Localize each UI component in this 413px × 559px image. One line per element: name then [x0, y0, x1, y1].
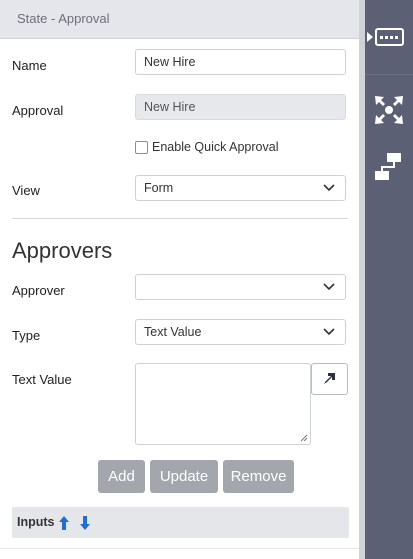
type-select-value: Text Value	[144, 325, 202, 339]
expand-editor-button[interactable]	[311, 363, 348, 395]
quick-approval-label[interactable]: Enable Quick Approval	[152, 140, 278, 154]
section-divider	[12, 218, 348, 219]
approver-label: Approver	[12, 283, 65, 298]
type-label: Type	[12, 328, 41, 343]
approval-label: Approval	[12, 103, 64, 118]
connector-icon	[375, 153, 401, 180]
form-settings-icon	[367, 28, 404, 46]
quick-approval-checkbox[interactable]	[135, 141, 148, 154]
view-select[interactable]: Form	[135, 175, 346, 201]
arrow-up-icon[interactable]	[58, 515, 70, 531]
approver-select[interactable]	[135, 274, 346, 300]
arrow-down-icon[interactable]	[79, 515, 91, 531]
right-toolbar	[365, 0, 413, 559]
panel-header: State - Approval	[0, 0, 359, 39]
chevron-down-icon	[323, 184, 335, 192]
panel-title: State - Approval	[17, 11, 110, 26]
chevron-down-icon	[323, 328, 335, 336]
text-value-textarea[interactable]	[135, 363, 311, 445]
resize-grip-icon[interactable]	[300, 434, 308, 442]
move-button[interactable]	[365, 90, 413, 130]
text-value-label: Text Value	[12, 372, 72, 387]
chevron-down-icon	[323, 283, 335, 291]
name-input[interactable]: New Hire	[135, 49, 346, 75]
add-button[interactable]: Add	[98, 460, 145, 493]
inputs-label: Inputs	[17, 515, 55, 529]
view-label: View	[12, 183, 40, 198]
properties-panel: State - Approval Name New Hire Approval …	[0, 0, 359, 559]
name-input-value: New Hire	[144, 55, 196, 69]
form-settings-button[interactable]	[365, 17, 413, 57]
approval-field: New Hire	[135, 94, 346, 120]
move-arrows-icon	[375, 96, 403, 124]
remove-button[interactable]: Remove	[223, 460, 294, 493]
update-button[interactable]: Update	[150, 460, 218, 493]
toolbar-separator	[365, 74, 413, 75]
inputs-header: Inputs	[12, 507, 349, 538]
bottom-divider	[0, 548, 359, 549]
view-select-value: Form	[144, 181, 174, 195]
approval-field-value: New Hire	[144, 100, 196, 114]
name-label: Name	[12, 58, 47, 73]
approvers-section-title: Approvers	[12, 238, 113, 263]
type-select[interactable]: Text Value	[135, 319, 346, 345]
connector-button[interactable]	[365, 148, 413, 188]
expand-arrow-icon	[324, 373, 335, 384]
